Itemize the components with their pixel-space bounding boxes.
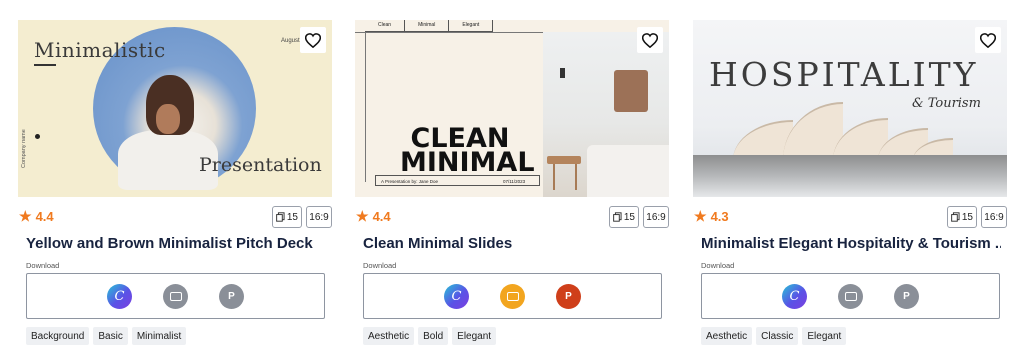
- thumbnail-nav-item: Clean: [365, 20, 406, 32]
- heart-icon: [642, 32, 658, 48]
- star-icon: ★: [356, 208, 369, 224]
- template-card[interactable]: Clean Minimal Elegant CLEAN MINIMAL A Pr…: [355, 20, 669, 346]
- thumbnail-rule: [355, 32, 543, 33]
- rating-value: 4.3: [710, 209, 729, 224]
- star-icon: ★: [694, 208, 707, 224]
- thumbnail-photo-art: [614, 70, 648, 112]
- pages-count: 15: [623, 211, 635, 223]
- thumbnail-underline: [34, 64, 56, 66]
- thumbnail-nav-item: Minimal: [405, 20, 450, 32]
- download-label: Download: [701, 261, 735, 270]
- tag[interactable]: Bold: [418, 327, 449, 345]
- pages-badge: 15: [609, 206, 639, 228]
- thumbnail-photo-table: [547, 156, 581, 164]
- rating: ★ 4.4: [19, 208, 54, 225]
- download-formats: C P: [701, 273, 1000, 319]
- thumbnail-nav-item: Elegant: [449, 20, 494, 32]
- thumbnail-subheading: & Tourism: [912, 96, 981, 111]
- aspect-ratio-badge: 16:9: [643, 206, 669, 228]
- favorite-button[interactable]: [975, 27, 1001, 53]
- tag[interactable]: Minimalist: [131, 327, 187, 345]
- thumbnail-byline: A Presentation by: Jane Doe: [381, 179, 439, 184]
- rating-value: 4.4: [372, 209, 391, 224]
- download-formats: C P: [363, 273, 662, 319]
- tag[interactable]: Background: [26, 327, 90, 345]
- google-slides-icon[interactable]: [500, 283, 525, 309]
- pages-icon: [951, 212, 960, 222]
- thumbnail-heading: CLEAN MINIMAL: [400, 125, 535, 178]
- favorite-button[interactable]: [637, 27, 663, 53]
- thumbnail-date: 07/11/2023: [503, 179, 526, 184]
- download-label: Download: [363, 261, 397, 270]
- thumbnail-dot: [35, 134, 40, 139]
- thumbnail-heading: HOSPITALITY: [709, 55, 979, 94]
- canva-icon[interactable]: C: [107, 283, 132, 309]
- heart-icon: [305, 32, 321, 48]
- pages-count: 15: [286, 211, 298, 223]
- download-label: Download: [26, 261, 60, 270]
- aspect-ratio-badge: 16:9: [981, 206, 1007, 228]
- canva-icon[interactable]: C: [444, 283, 469, 309]
- pages-icon: [613, 212, 622, 222]
- star-icon: ★: [19, 208, 32, 224]
- template-thumbnail[interactable]: Clean Minimal Elegant CLEAN MINIMAL A Pr…: [355, 20, 669, 197]
- thumbnail-photo-lamp: [560, 68, 565, 78]
- tag[interactable]: Aesthetic: [701, 327, 753, 345]
- tag[interactable]: Classic: [756, 327, 799, 345]
- tag-list: Aesthetic Bold Elegant: [363, 327, 497, 345]
- thumbnail-heading-line: MINIMAL: [400, 147, 535, 178]
- thumbnail-photo-base: [693, 155, 1007, 197]
- template-title[interactable]: Yellow and Brown Minimalist Pitch Deck: [26, 235, 326, 252]
- thumbnail-nav: Clean Minimal Elegant: [365, 20, 494, 32]
- powerpoint-icon[interactable]: P: [556, 283, 581, 309]
- google-slides-icon[interactable]: [838, 283, 863, 309]
- tag[interactable]: Basic: [93, 327, 128, 345]
- template-card[interactable]: HOSPITALITY & Tourism ★ 4.3 15 16:9 Mini…: [693, 20, 1007, 346]
- heart-icon: [980, 32, 996, 48]
- pages-badge: 15: [947, 206, 977, 228]
- template-title[interactable]: Minimalist Elegant Hospitality & Tourism…: [701, 235, 1001, 252]
- tag-list: Aesthetic Classic Elegant: [701, 327, 847, 345]
- thumbnail-company: Company name: [21, 129, 27, 168]
- thumbnail-month: August: [281, 38, 300, 44]
- tag[interactable]: Elegant: [452, 327, 497, 345]
- tag[interactable]: Elegant: [802, 327, 847, 345]
- template-title[interactable]: Clean Minimal Slides: [363, 235, 663, 252]
- thumbnail-subheading: Presentation: [199, 154, 322, 176]
- template-thumbnail[interactable]: HOSPITALITY & Tourism: [693, 20, 1007, 197]
- thumbnail-heading: Minimalistic: [34, 38, 166, 62]
- rating: ★ 4.4: [356, 208, 391, 225]
- favorite-button[interactable]: [300, 27, 326, 53]
- tag[interactable]: Aesthetic: [363, 327, 415, 345]
- template-thumbnail[interactable]: Minimalistic August Company name Present…: [18, 20, 332, 197]
- pages-badge: 15: [272, 206, 302, 228]
- thumbnail-rule: [365, 32, 366, 182]
- thumbnail-photo-table-legs: [553, 164, 577, 190]
- powerpoint-icon[interactable]: P: [219, 283, 244, 309]
- aspect-ratio-badge: 16:9: [306, 206, 332, 228]
- template-card[interactable]: Minimalistic August Company name Present…: [18, 20, 332, 346]
- rating-value: 4.4: [35, 209, 54, 224]
- pages-icon: [276, 212, 285, 222]
- thumbnail-photo-bed: [587, 145, 669, 197]
- pages-count: 15: [961, 211, 973, 223]
- canva-icon[interactable]: C: [782, 283, 807, 309]
- thumbnail-photo-face: [156, 104, 180, 134]
- google-slides-icon[interactable]: [163, 283, 188, 309]
- tag-list: Background Basic Minimalist: [26, 327, 187, 345]
- powerpoint-icon[interactable]: P: [894, 283, 919, 309]
- download-formats: C P: [26, 273, 325, 319]
- rating: ★ 4.3: [694, 208, 729, 225]
